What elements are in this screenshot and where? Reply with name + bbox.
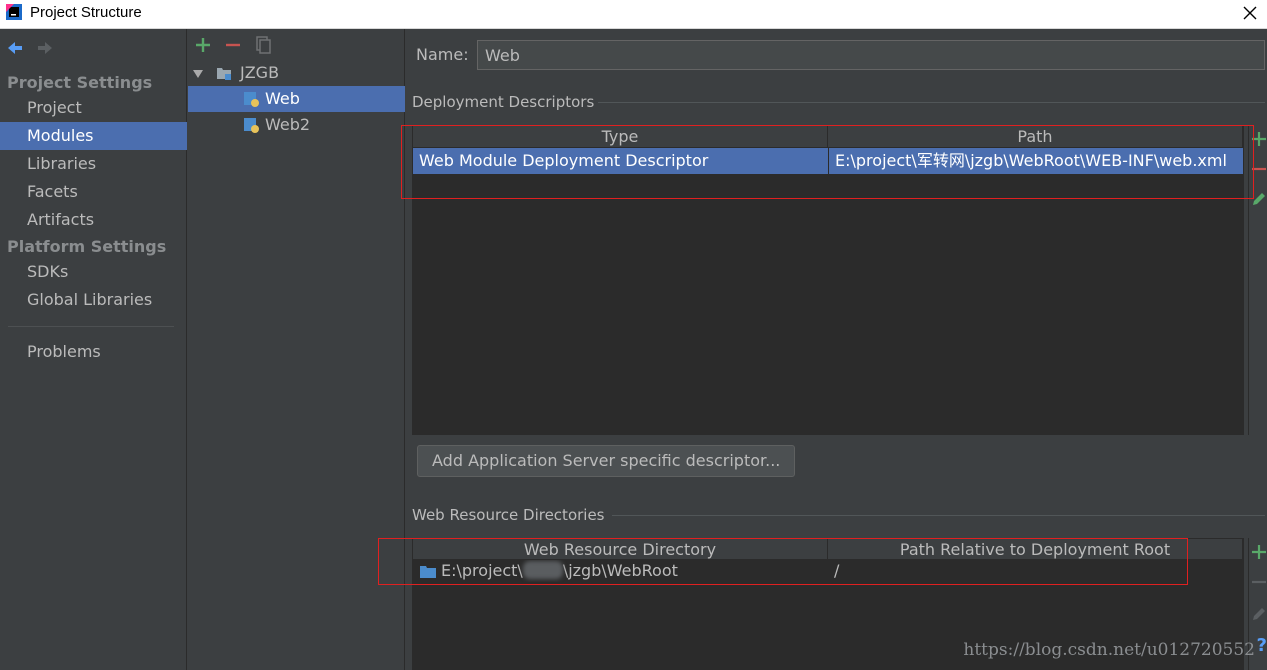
close-icon[interactable] <box>1239 2 1261 24</box>
copy-icon[interactable] <box>254 35 272 55</box>
web-resource-directories-title: Web Resource Directories <box>412 506 605 524</box>
intellij-app-icon <box>6 4 22 20</box>
add-resource-icon[interactable] <box>1249 542 1267 562</box>
nav-item-sdks[interactable]: SDKs <box>0 258 187 286</box>
web-facet-icon <box>244 92 259 107</box>
tree-node-label: Web2 <box>265 115 311 134</box>
highlight-box <box>378 538 1188 585</box>
nav-item-facets[interactable]: Facets <box>0 178 187 206</box>
section-divider <box>612 515 1265 516</box>
tree-toolbar <box>194 35 272 55</box>
remove-icon[interactable] <box>224 35 242 55</box>
platform-settings-header: Platform Settings <box>7 237 167 256</box>
nav-item-modules[interactable]: Modules <box>0 122 187 150</box>
window-title: Project Structure <box>30 4 142 21</box>
name-label: Name: <box>416 45 469 64</box>
expand-triangle-icon[interactable] <box>192 68 204 80</box>
section-divider <box>598 102 1265 103</box>
deployment-descriptors-title: Deployment Descriptors <box>412 93 595 111</box>
nav-item-artifacts[interactable]: Artifacts <box>0 206 187 234</box>
module-folder-icon <box>217 68 231 80</box>
highlight-box <box>401 125 1254 199</box>
nav-divider <box>8 326 174 327</box>
web-facet-icon <box>244 118 259 133</box>
tree-node-web2[interactable]: Web2 <box>188 112 405 138</box>
facet-settings-panel: Name: Deployment Descriptors Type Path W… <box>378 29 1267 670</box>
settings-sidebar: Project Settings Project Modules Librari… <box>0 29 187 670</box>
tree-node-web[interactable]: Web <box>188 86 405 112</box>
name-field[interactable] <box>477 40 1265 70</box>
add-icon[interactable] <box>194 35 212 55</box>
title-bar: Project Structure <box>0 0 1267 29</box>
tree-node-label: JZGB <box>240 63 280 82</box>
help-icon[interactable]: ? <box>1257 635 1267 656</box>
nav-item-problems[interactable]: Problems <box>0 338 187 366</box>
nav-arrows <box>6 39 54 57</box>
module-tree-pane: JZGB Web Web2 <box>188 29 405 670</box>
remove-resource-icon[interactable] <box>1249 572 1267 592</box>
nav-item-global-libraries[interactable]: Global Libraries <box>0 286 187 314</box>
tree-node-label: Web <box>265 89 300 108</box>
project-settings-header: Project Settings <box>7 73 153 92</box>
edit-pencil-icon[interactable] <box>1249 604 1267 624</box>
back-arrow-icon[interactable] <box>6 39 24 57</box>
tree-node-jzgb[interactable]: JZGB <box>188 60 405 86</box>
forward-arrow-icon[interactable] <box>36 39 54 57</box>
watermark-text: https://blog.csdn.net/u012720552 <box>963 640 1255 660</box>
add-app-server-descriptor-button[interactable]: Add Application Server specific descript… <box>417 445 796 477</box>
nav-item-project[interactable]: Project <box>0 94 187 122</box>
nav-item-libraries[interactable]: Libraries <box>0 150 187 178</box>
